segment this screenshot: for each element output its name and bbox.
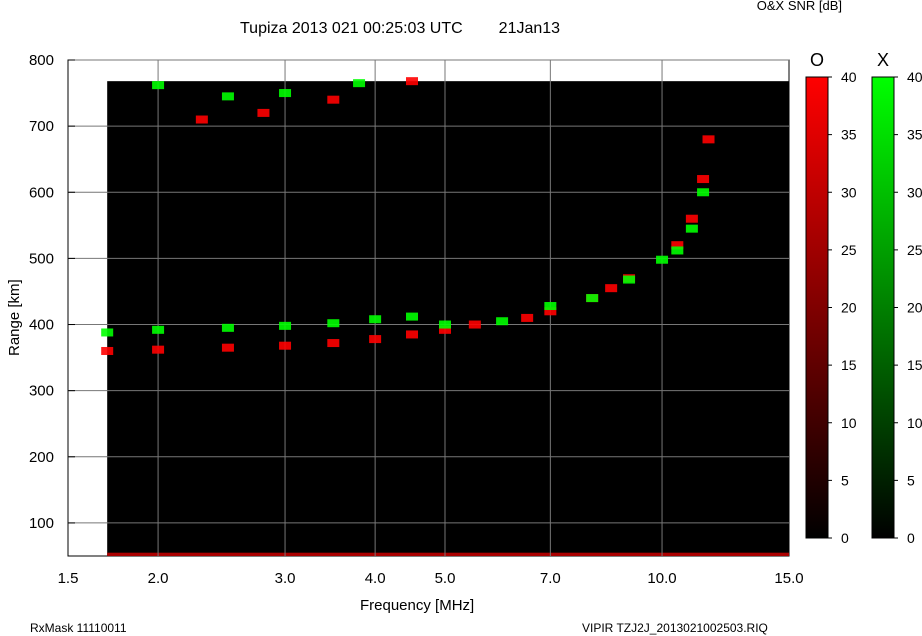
colorbar-tick-label: 40	[841, 69, 857, 85]
trace-point-x	[327, 319, 340, 328]
trace-point-o	[406, 77, 419, 86]
y-tick-label: 600	[29, 184, 54, 201]
colorbar-tick-label: 35	[841, 127, 857, 143]
trace-point-x	[406, 312, 419, 321]
y-tick-label: 500	[29, 250, 54, 267]
trace-point-x	[221, 323, 234, 332]
x-tick-label: 2.0	[148, 570, 169, 587]
y-tick-label: 100	[29, 515, 54, 532]
colorbar-tick-label: 10	[907, 415, 922, 431]
colorbar-o	[805, 76, 829, 539]
x-tick-label: 15.0	[774, 570, 803, 587]
colorbar-tick-label: 40	[907, 69, 922, 85]
trace-point-o	[468, 320, 481, 329]
trace-point-x	[353, 79, 366, 88]
trace-point-x	[279, 89, 292, 98]
colorbar-tick-label: 20	[907, 300, 922, 316]
trace-point-o	[257, 108, 270, 117]
y-tick-label: 700	[29, 118, 54, 135]
footer-left: RxMask 11110011	[30, 621, 127, 635]
trace-point-x	[438, 320, 451, 329]
colorbar-tick-label: 30	[841, 184, 857, 200]
trace-point-o	[521, 313, 534, 322]
trace-point-x	[697, 188, 710, 197]
trace-point-o	[327, 95, 340, 104]
trace-point-x	[221, 92, 234, 101]
colorbar-tick-label: 35	[907, 127, 922, 143]
y-tick-label: 400	[29, 317, 54, 334]
x-tick-label: 4.0	[365, 570, 386, 587]
colorbar-tick-label: 30	[907, 184, 922, 200]
x-tick-label: 3.0	[275, 570, 296, 587]
trace-point-o	[152, 345, 165, 354]
footer-right: VIPIR TZJ2J_2013021002503.RIQ	[582, 621, 768, 635]
data-area	[107, 81, 789, 557]
trace-point-x	[279, 321, 292, 330]
trace-point-o	[195, 115, 208, 124]
trace-point-x	[586, 294, 599, 303]
colorbar-tick-label: 25	[907, 242, 922, 258]
trace-point-o	[702, 135, 715, 144]
colorbar-letter: O	[810, 50, 824, 70]
colorbar-letter: X	[877, 50, 889, 70]
trace-point-o	[605, 284, 618, 293]
colorbar-tick-label: 0	[841, 530, 849, 546]
trace-point-x	[101, 328, 114, 337]
trace-point-x	[623, 275, 636, 284]
colorbar-tick-label: 5	[841, 472, 849, 488]
colorbar-tick-label: 0	[907, 530, 915, 546]
trace-point-x	[496, 317, 509, 326]
colorbar-tick-label: 25	[841, 242, 857, 258]
colorbar-tick-label: 15	[907, 357, 922, 373]
colorbar-tick-label: 5	[907, 472, 915, 488]
y-tick-label: 800	[29, 52, 54, 69]
y-tick-label: 200	[29, 449, 54, 466]
trace-point-x	[152, 325, 165, 334]
trace-point-o	[406, 330, 419, 339]
trace-point-x	[152, 81, 165, 90]
bottom-noise-strip	[107, 552, 789, 556]
colorbar-tick-label: 10	[841, 415, 857, 431]
colorbar-x	[871, 76, 895, 539]
trace-point-o	[685, 214, 698, 223]
trace-point-x	[544, 302, 557, 311]
x-tick-label: 5.0	[435, 570, 456, 587]
trace-point-o	[279, 341, 292, 350]
colorbar-tick-label: 15	[841, 357, 857, 373]
trace-point-x	[671, 246, 684, 255]
y-axis-label: Range [km]	[6, 279, 23, 356]
x-tick-label: 7.0	[540, 570, 561, 587]
ionogram-chart: 1.5 2.0 3.0 4.0 5.0 7.0 10.0 15.010020030040050…	[29, 50, 922, 587]
trace-point-o	[221, 343, 234, 352]
trace-point-x	[369, 315, 382, 324]
trace-point-x	[685, 224, 698, 233]
trace-point-o	[327, 339, 340, 348]
trace-point-o	[369, 335, 382, 344]
trace-point-o	[697, 175, 710, 184]
y-tick-label: 300	[29, 383, 54, 400]
trace-point-o	[101, 346, 114, 355]
x-tick-label: 10.0	[647, 570, 676, 587]
x-axis-label: Frequency [MHz]	[360, 597, 475, 614]
x-tick-label: 1.5	[58, 570, 79, 587]
colorbar-tick-label: 20	[841, 300, 857, 316]
trace-point-x	[656, 255, 669, 264]
